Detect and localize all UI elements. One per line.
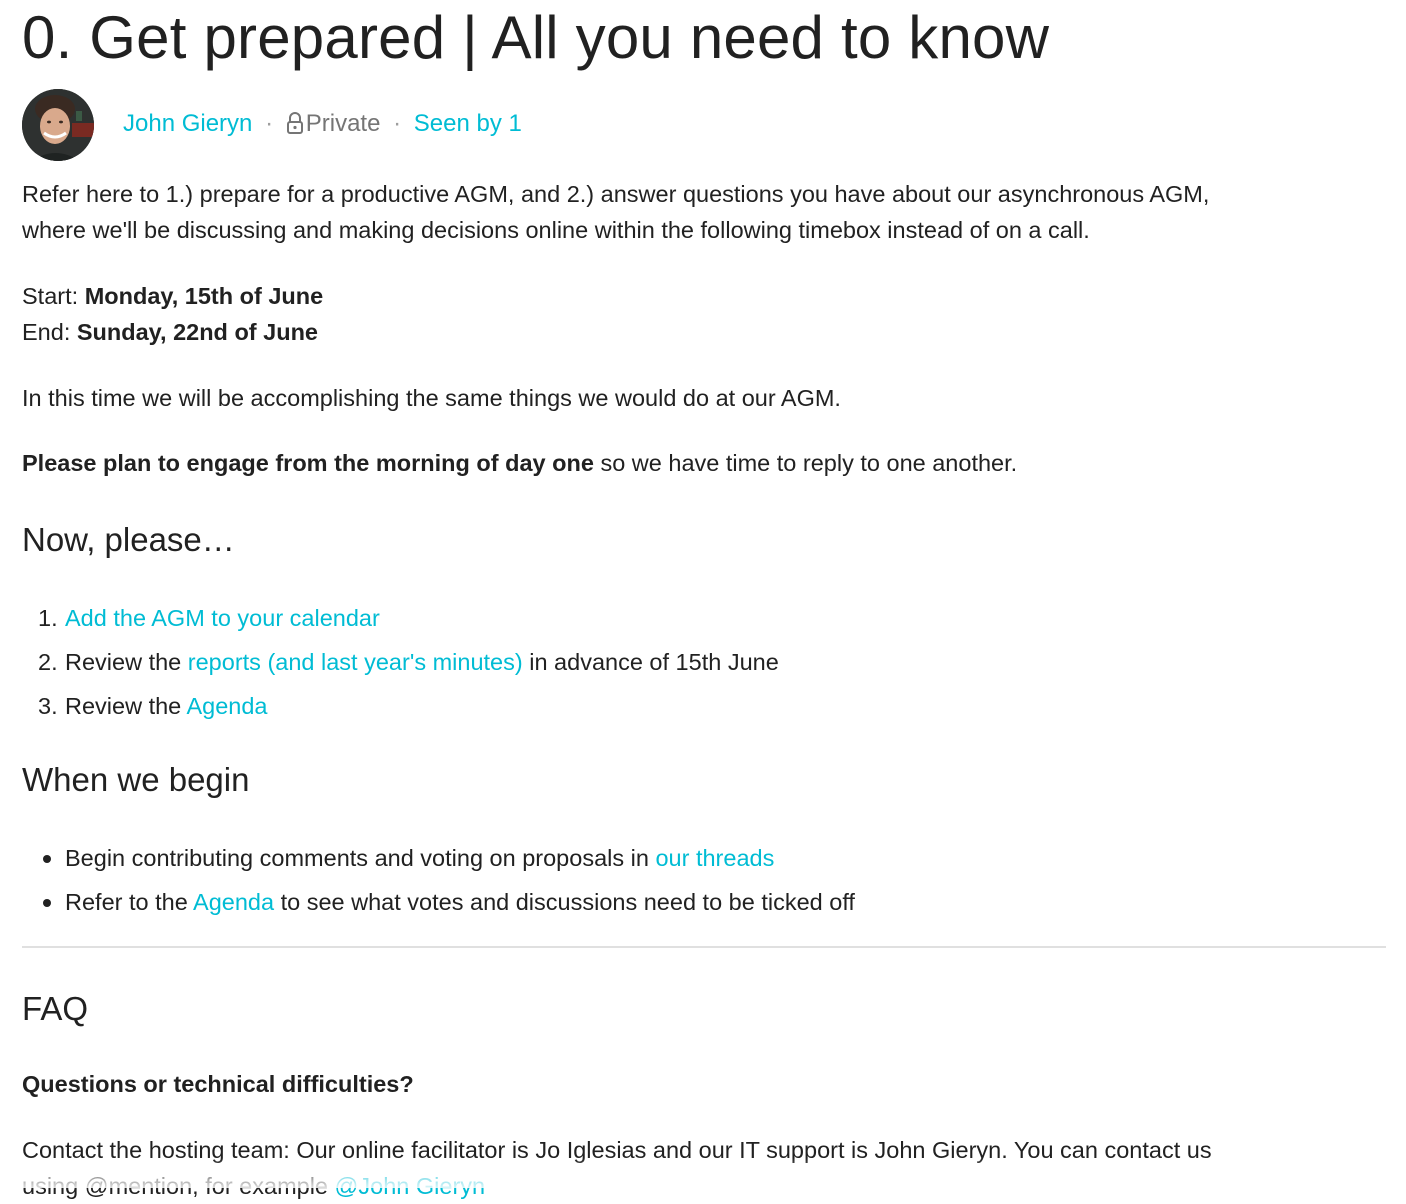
begin-list: Begin contributing comments and voting o… bbox=[22, 836, 855, 924]
item-prefix: Begin contributing comments and voting o… bbox=[65, 845, 656, 871]
seen-by-link[interactable]: Seen by 1 bbox=[414, 110, 522, 137]
lock-icon bbox=[286, 111, 304, 143]
intro-paragraph: Refer here to 1.) prepare for a producti… bbox=[22, 176, 1209, 248]
list-item: Refer to the Agenda to see what votes an… bbox=[22, 880, 855, 924]
intro-line: Refer here to 1.) prepare for a producti… bbox=[22, 181, 1210, 207]
answer-prefix: using @mention, for example bbox=[22, 1173, 335, 1199]
faq-question: Questions or technical difficulties? bbox=[22, 1071, 414, 1097]
item-prefix: Review the bbox=[65, 649, 188, 675]
item-suffix: in advance of 15th June bbox=[522, 649, 779, 675]
bullet-icon bbox=[43, 855, 51, 863]
visibility-label[interactable]: Private bbox=[306, 110, 381, 137]
answer-line: using @mention, for example @John Gieryn bbox=[22, 1168, 1212, 1204]
plan-rest: so we have time to reply to one another. bbox=[593, 450, 1018, 476]
mention-link[interactable]: @John Gieryn bbox=[335, 1173, 486, 1199]
reports-link[interactable]: reports (and last year's minutes) bbox=[188, 649, 523, 675]
threads-link[interactable]: our threads bbox=[655, 845, 774, 871]
item-suffix: to see what votes and discussions need t… bbox=[274, 889, 855, 915]
list-item: 2. Review the reports (and last year's m… bbox=[22, 640, 779, 684]
list-number: 1. bbox=[38, 605, 58, 631]
end-value: Sunday, 22nd of June bbox=[76, 319, 319, 345]
item-prefix: Refer to the bbox=[65, 889, 194, 915]
list-number: 3. bbox=[38, 693, 58, 719]
start-value: Monday, 15th of June bbox=[84, 283, 324, 309]
list-item: 1. Add the AGM to your calendar bbox=[22, 596, 779, 640]
bullet-icon bbox=[43, 899, 51, 907]
end-date: End: Sunday, 22nd of June bbox=[22, 314, 323, 350]
begin-heading: When we begin bbox=[22, 761, 250, 798]
author-link[interactable]: John Gieryn bbox=[123, 110, 252, 137]
same-things-paragraph: In this time we will be accomplishing th… bbox=[22, 385, 841, 411]
list-number: 2. bbox=[38, 649, 58, 675]
list-item: Begin contributing comments and voting o… bbox=[22, 836, 855, 880]
item-prefix: Review the bbox=[65, 693, 187, 719]
plan-paragraph: Please plan to engage from the morning o… bbox=[22, 445, 1017, 481]
page-title: 0. Get prepared | All you need to know bbox=[22, 4, 1050, 71]
timebox-dates: Start: Monday, 15th of June End: Sunday,… bbox=[22, 278, 323, 350]
end-label: End: bbox=[22, 319, 77, 345]
author-meta: John Gieryn · Private · Seen by 1 bbox=[22, 89, 922, 161]
avatar[interactable] bbox=[22, 89, 94, 161]
agenda-link[interactable]: Agenda bbox=[193, 889, 274, 915]
list-item: 3. Review the Agenda bbox=[22, 684, 779, 728]
now-heading: Now, please… bbox=[22, 521, 235, 558]
section-divider bbox=[22, 946, 1386, 948]
faq-answer: Contact the hosting team: Our online fac… bbox=[22, 1132, 1212, 1204]
meta-separator: · bbox=[393, 110, 402, 137]
intro-line: where we'll be discussing and making dec… bbox=[22, 217, 1090, 243]
agenda-link[interactable]: Agenda bbox=[186, 693, 267, 719]
start-label: Start: bbox=[22, 283, 85, 309]
add-to-calendar-link[interactable]: Add the AGM to your calendar bbox=[65, 605, 380, 631]
avatar-image bbox=[22, 89, 94, 161]
plan-bold: Please plan to engage from the morning o… bbox=[22, 450, 594, 476]
faq-heading: FAQ bbox=[22, 990, 89, 1027]
meta-line: John Gieryn · Private · Seen by 1 bbox=[123, 108, 522, 143]
now-list: 1. Add the AGM to your calendar 2. Revie… bbox=[22, 596, 779, 728]
meta-separator: · bbox=[265, 110, 274, 137]
start-date: Start: Monday, 15th of June bbox=[22, 278, 323, 314]
answer-line: Contact the hosting team: Our online fac… bbox=[22, 1137, 1212, 1163]
